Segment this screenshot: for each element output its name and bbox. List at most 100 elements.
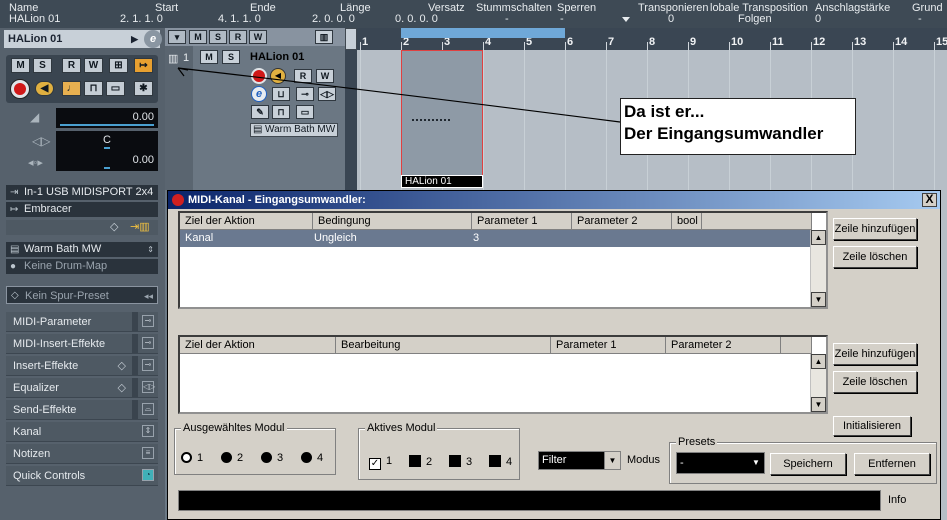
drum-map-selector[interactable]: ● Keine Drum-Map bbox=[6, 259, 158, 274]
section-notes[interactable]: Notizen ≡ bbox=[6, 444, 158, 464]
chevron-down-icon[interactable]: ▼ bbox=[604, 452, 620, 469]
selected-module-radio-2[interactable]: 2 bbox=[221, 452, 243, 464]
loop-range[interactable] bbox=[401, 28, 565, 38]
program-selector[interactable]: ▤ Warm Bath MW ⇕ bbox=[6, 242, 158, 257]
close-button[interactable]: X bbox=[922, 193, 937, 207]
info-value-length[interactable]: 2. 0. 0. 0 bbox=[312, 13, 355, 25]
grid-icon[interactable]: ⊞ bbox=[109, 58, 128, 73]
scroll-down-icon[interactable]: ▼ bbox=[811, 397, 826, 412]
cell-target[interactable]: Kanal bbox=[185, 232, 213, 244]
column-header[interactable]: Parameter 2 bbox=[572, 213, 672, 230]
scroll-down-icon[interactable]: ▼ bbox=[811, 292, 826, 307]
section-equalizer[interactable]: Equalizer ◇ ◁▷ bbox=[6, 378, 158, 398]
info-value-global-transposition[interactable]: Folgen bbox=[738, 13, 772, 25]
selected-module-radio-3[interactable]: 3 bbox=[261, 452, 283, 464]
info-value-offset[interactable]: 0. 0. 0. 0 bbox=[395, 13, 438, 25]
info-value-end[interactable]: 4. 1. 1. 0 bbox=[218, 13, 261, 25]
read-button[interactable]: R bbox=[62, 58, 81, 73]
active-module-check-4[interactable]: 4 bbox=[489, 455, 512, 468]
monitor-speaker-icon[interactable]: ◀ bbox=[35, 81, 54, 96]
save-preset-button[interactable]: Speichern bbox=[770, 453, 846, 475]
action-table[interactable]: Ziel der Aktion Bearbeitung Parameter 1 … bbox=[178, 335, 828, 414]
info-value-mute[interactable]: - bbox=[505, 13, 509, 25]
scrollbar[interactable]: ▲ ▼ bbox=[810, 230, 826, 307]
section-send-effects[interactable]: Send-Effekte ⌓ bbox=[6, 400, 158, 420]
track-colors-icon[interactable]: ▥ bbox=[315, 30, 333, 44]
chevron-right-icon[interactable]: ▶ bbox=[131, 30, 138, 48]
write-all-icon[interactable]: W bbox=[249, 30, 267, 44]
info-value-velocity[interactable]: 0 bbox=[815, 13, 821, 25]
keyboard-icon[interactable]: ⇥▥ bbox=[130, 220, 150, 235]
diamond-icon[interactable]: ◇ bbox=[110, 220, 118, 235]
preset-arrow-icon[interactable]: ◂◂ bbox=[144, 287, 153, 305]
ruler-tick bbox=[360, 42, 361, 50]
solo-button[interactable]: S bbox=[33, 58, 52, 73]
column-header[interactable]: Parameter 1 bbox=[472, 213, 572, 230]
lane-icon[interactable]: ▭ bbox=[106, 81, 125, 96]
track-preset-selector[interactable]: ◇ Kein Spur-Preset ◂◂ bbox=[6, 286, 158, 304]
column-header[interactable]: Bedingung bbox=[313, 213, 472, 230]
ruler-options-icon[interactable] bbox=[345, 28, 357, 50]
scroll-up-icon[interactable]: ▲ bbox=[811, 230, 826, 245]
section-quick-controls[interactable]: Quick Controls ◔ bbox=[6, 466, 158, 486]
delete-row-button[interactable]: Zeile löschen bbox=[833, 246, 917, 268]
scroll-up-icon[interactable]: ▲ bbox=[811, 354, 826, 369]
freeze-icon[interactable]: ✱ bbox=[134, 81, 153, 96]
midi-input-selector[interactable]: ⇥ In-1 USB MIDISPORT 2x4 bbox=[6, 185, 158, 200]
cell-condition[interactable]: Ungleich bbox=[314, 232, 357, 244]
write-button[interactable]: W bbox=[84, 58, 103, 73]
column-header[interactable]: Bearbeitung bbox=[336, 337, 551, 354]
section-midi-parameter[interactable]: MIDI-Parameter ⊸ bbox=[6, 312, 158, 332]
column-header-filler bbox=[781, 337, 812, 354]
column-header[interactable]: Ziel der Aktion bbox=[180, 337, 336, 354]
active-module-check-3[interactable]: 3 bbox=[449, 455, 472, 468]
info-value-root[interactable]: - bbox=[918, 13, 922, 25]
inspector-panel: HALion 01 ▶ e M S R W ⊞ ↦ ◀ ♩ ⊓ ▭ ✱ ◢ 0.… bbox=[0, 28, 165, 520]
chevron-down-icon[interactable] bbox=[622, 13, 630, 25]
delay-fader[interactable]: 0.00 bbox=[56, 151, 158, 171]
table-row[interactable]: Kanal Ungleich 3 bbox=[180, 230, 810, 247]
section-midi-insert-effects[interactable]: MIDI-Insert-Effekte ⊸ bbox=[6, 334, 158, 354]
record-enable-button[interactable] bbox=[10, 79, 30, 99]
midi-output-selector[interactable]: ↦ Embracer bbox=[6, 202, 158, 217]
info-value-lock[interactable]: - bbox=[560, 13, 564, 25]
edit-instrument-icon[interactable]: e bbox=[144, 30, 162, 48]
add-row-button[interactable]: Zeile hinzufügen bbox=[833, 218, 917, 240]
dialog-title-bar[interactable]: MIDI-Kanal - Eingangsumwandler: X bbox=[168, 191, 940, 209]
delete-action-row-button[interactable]: Zeile löschen bbox=[833, 371, 917, 393]
column-header[interactable]: Parameter 1 bbox=[551, 337, 666, 354]
active-module-check-2[interactable]: 2 bbox=[409, 455, 432, 468]
cell-parameter-1[interactable]: 3 bbox=[473, 232, 479, 244]
active-module-check-1[interactable]: ✓ 1 bbox=[369, 455, 392, 470]
chevron-down-icon[interactable]: ▾ bbox=[168, 30, 186, 44]
volume-fader[interactable]: 0.00 bbox=[56, 108, 158, 128]
mode-select[interactable]: Filter ▼ bbox=[538, 451, 621, 470]
initialize-button[interactable]: Initialisieren bbox=[833, 416, 911, 436]
preset-select[interactable]: - ▼ bbox=[676, 452, 765, 474]
pan-fader[interactable]: C bbox=[56, 131, 158, 151]
mute-all-icon[interactable]: M bbox=[189, 30, 207, 44]
remove-preset-button[interactable]: Entfernen bbox=[854, 453, 930, 475]
chevron-down-icon[interactable]: ▼ bbox=[748, 453, 764, 473]
section-channel[interactable]: Kanal ⇕ bbox=[6, 422, 158, 442]
section-insert-effects[interactable]: Insert-Effekte ◇ ⊸ bbox=[6, 356, 158, 376]
selected-module-radio-1[interactable]: 1 bbox=[181, 452, 203, 464]
scrollbar[interactable]: ▲ ▼ bbox=[810, 354, 826, 412]
note-icon[interactable]: ♩ bbox=[62, 81, 81, 96]
condition-table[interactable]: Ziel der Aktion Bedingung Parameter 1 Pa… bbox=[178, 211, 828, 309]
mute-button[interactable]: M bbox=[11, 58, 30, 73]
column-header[interactable]: Ziel der Aktion bbox=[180, 213, 313, 230]
lock-icon[interactable]: ⊓ bbox=[84, 81, 103, 96]
read-all-icon[interactable]: R bbox=[229, 30, 247, 44]
column-header[interactable]: bool bbox=[672, 213, 702, 230]
selected-module-radio-4[interactable]: 4 bbox=[301, 452, 323, 464]
column-header[interactable]: Parameter 2 bbox=[666, 337, 781, 354]
info-value-name[interactable]: HALion 01 bbox=[9, 13, 60, 25]
bypass-icon[interactable]: ↦ bbox=[134, 58, 153, 73]
info-value-transpose[interactable]: 0 bbox=[668, 13, 674, 25]
spin-icon[interactable]: ⇕ bbox=[147, 242, 154, 257]
inspector-track-title[interactable]: HALion 01 ▶ e bbox=[4, 30, 162, 48]
info-value-start[interactable]: 2. 1. 1. 0 bbox=[120, 13, 163, 25]
solo-all-icon[interactable]: S bbox=[209, 30, 227, 44]
add-action-row-button[interactable]: Zeile hinzufügen bbox=[833, 343, 917, 365]
